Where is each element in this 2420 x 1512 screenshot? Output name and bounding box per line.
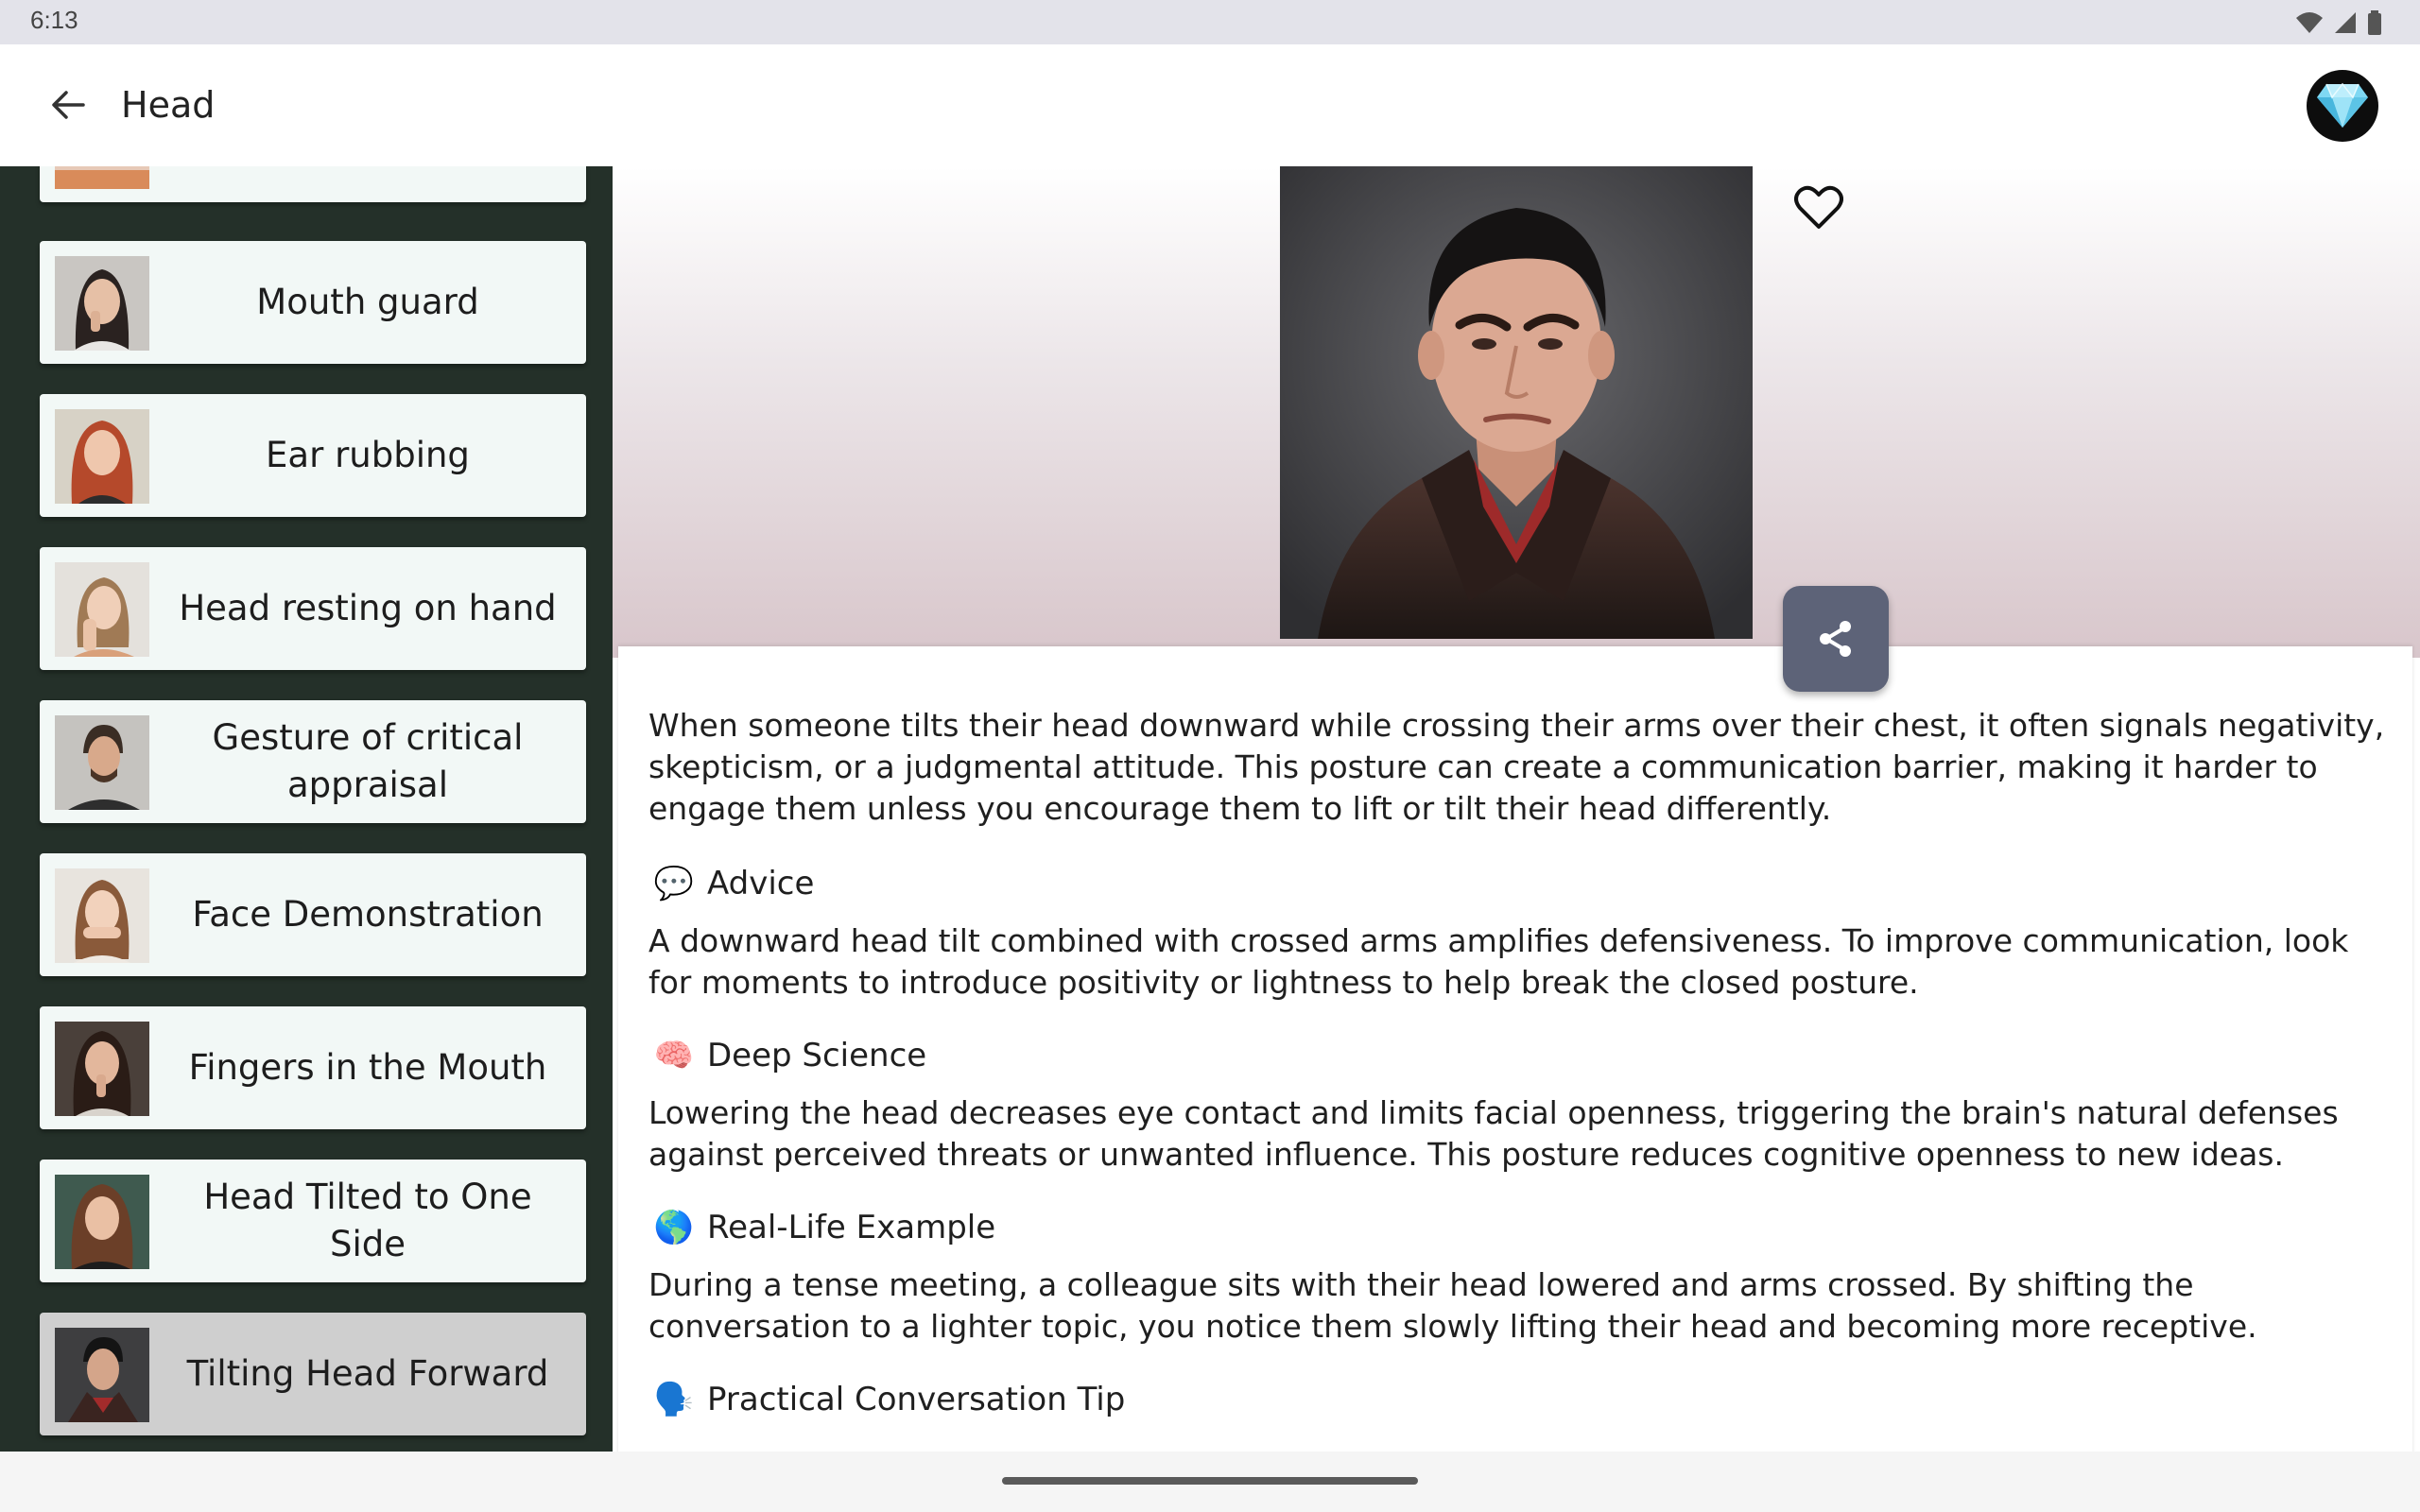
section-heading-real-life-example: 🌎 Real-Life Example bbox=[654, 1208, 995, 1247]
diamond-icon bbox=[2317, 82, 2368, 128]
speaking-head-icon: 🗣️ bbox=[653, 1381, 695, 1418]
list-item-ear-rubbing[interactable]: Ear rubbing bbox=[40, 394, 586, 517]
app-bar: Head bbox=[0, 44, 2420, 166]
list-item-label bbox=[164, 166, 571, 202]
favorite-button[interactable] bbox=[1789, 178, 1849, 238]
list-item-tilting-head-forward[interactable]: Tilting Head Forward bbox=[40, 1313, 586, 1435]
thumbnail-image bbox=[55, 1175, 149, 1269]
thumbnail-image bbox=[55, 868, 149, 963]
list-item[interactable] bbox=[40, 166, 586, 202]
section-body-advice: A downward head tilt combined with cross… bbox=[648, 922, 2349, 1001]
thumbnail-image bbox=[55, 1328, 149, 1422]
intro-paragraph: When someone tilts their head downward w… bbox=[648, 707, 2385, 827]
page-title: Head bbox=[121, 84, 216, 126]
thumbnail-image bbox=[55, 409, 149, 504]
heart-outline-icon bbox=[1794, 185, 1843, 229]
status-bar: 6:13 bbox=[0, 0, 2420, 44]
arrow-back-icon bbox=[52, 91, 85, 119]
signal-icon bbox=[2335, 12, 2356, 33]
share-icon bbox=[1820, 621, 1851, 657]
section-body-deep-science: Lowering the head decreases eye contact … bbox=[648, 1094, 2339, 1173]
speech-bubble-icon: 💬 bbox=[653, 865, 695, 902]
list-item-label: Head resting on hand bbox=[179, 588, 557, 628]
list-item-label: Head Tilted to One Side bbox=[203, 1177, 532, 1264]
wifi-icon bbox=[2296, 12, 2323, 33]
status-time: 6:13 bbox=[30, 6, 78, 34]
share-button[interactable] bbox=[1783, 586, 1889, 692]
list-item-label: Mouth guard bbox=[256, 282, 479, 322]
list-item-label: Face Demonstration bbox=[192, 894, 544, 935]
list-item-label: Fingers in the Mouth bbox=[188, 1047, 547, 1088]
list-item-label: Tilting Head Forward bbox=[186, 1353, 549, 1394]
list-item-mouth-guard[interactable]: Mouth guard bbox=[40, 241, 586, 364]
section-body-real-life-example: During a tense meeting, a colleague sits… bbox=[648, 1266, 2257, 1345]
thumbnail-image bbox=[55, 256, 149, 351]
thumbnail-image bbox=[55, 562, 149, 657]
gesture-portrait-image bbox=[1280, 166, 1753, 639]
section-heading-practical-conversation-tip: 🗣️ Practical Conversation Tip bbox=[653, 1380, 1126, 1419]
back-button[interactable] bbox=[42, 78, 95, 131]
premium-button[interactable] bbox=[2307, 70, 2378, 142]
battery-icon bbox=[2368, 10, 2381, 35]
list-item-label: Ear rubbing bbox=[266, 435, 470, 475]
detail-panel: When someone tilts their head downward w… bbox=[613, 166, 2420, 1452]
section-title: Real-Life Example bbox=[707, 1209, 996, 1246]
list-item-fingers-in-the-mouth[interactable]: Fingers in the Mouth bbox=[40, 1006, 586, 1129]
section-title: Deep Science bbox=[707, 1037, 927, 1074]
list-item-head-resting-on-hand[interactable]: Head resting on hand bbox=[40, 547, 586, 670]
section-heading-deep-science: 🧠 Deep Science bbox=[654, 1036, 926, 1075]
gesture-list[interactable]: Mouth guard Ear rubbing Head resting on … bbox=[0, 166, 613, 1452]
list-item-label: Gesture of critical appraisal bbox=[212, 717, 524, 805]
section-heading-advice: 💬 Advice bbox=[653, 864, 815, 903]
brain-icon: 🧠 bbox=[653, 1037, 695, 1074]
section-title: Advice bbox=[707, 865, 815, 902]
status-icons bbox=[2295, 9, 2382, 36]
thumbnail-image bbox=[55, 715, 149, 810]
gesture-handle[interactable] bbox=[1002, 1477, 1418, 1485]
list-item-head-tilted-to-one-side[interactable]: Head Tilted to One Side bbox=[40, 1160, 586, 1282]
globe-icon: 🌎 bbox=[653, 1209, 695, 1246]
thumbnail-image bbox=[55, 166, 149, 189]
list-item-gesture-of-critical-appraisal[interactable]: Gesture of critical appraisal bbox=[40, 700, 586, 823]
thumbnail-image bbox=[55, 1022, 149, 1116]
section-title: Practical Conversation Tip bbox=[707, 1381, 1126, 1418]
list-item-face-demonstration[interactable]: Face Demonstration bbox=[40, 853, 586, 976]
